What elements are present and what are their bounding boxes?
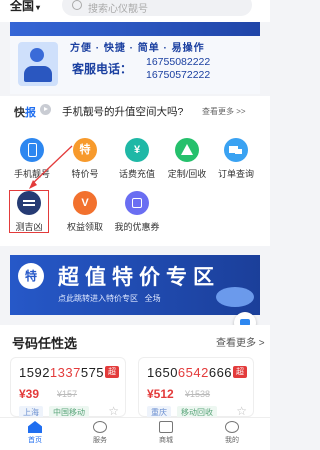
promo-subline-text: 点此跳转进入特价专区: [58, 294, 138, 303]
number-section-header: 号码任性选 查看更多 >: [0, 325, 270, 355]
tab-mine[interactable]: 我的: [212, 421, 252, 445]
promo-badge: 特: [18, 263, 44, 289]
promo-subline: 点此跳转进入特价专区 全场: [58, 293, 161, 304]
tab-service[interactable]: 服务: [80, 421, 120, 445]
original-price: ¥1538: [185, 389, 211, 399]
store-icon: [159, 421, 173, 433]
tab-label: 首页: [28, 437, 42, 444]
number-prefix: 1650: [147, 365, 178, 380]
tab-label: 我的: [225, 437, 239, 444]
number-suffix: 666: [208, 365, 233, 380]
number-card[interactable]: 16506542666 超 ¥512 ¥1538 重庆 移动回收 ☆: [138, 357, 254, 419]
favorite-star-icon[interactable]: ☆: [236, 404, 247, 418]
number-prefix: 1592: [19, 365, 50, 380]
favorite-star-icon[interactable]: ☆: [108, 404, 119, 418]
special-price-banner[interactable]: 特 超值特价专区 点此跳转进入特价专区 全场: [10, 255, 260, 315]
section-title: 号码任性选: [12, 336, 78, 351]
tab-home[interactable]: 首页: [15, 421, 55, 445]
super-badge: 超: [105, 366, 119, 378]
number-highlight: 6542: [177, 365, 209, 380]
promo-decoration: [216, 287, 254, 307]
tab-label: 商城: [159, 437, 173, 444]
number-cards: 15921337575 超 ¥39 ¥157 上海 中国移动 ☆ 1650654…: [0, 355, 270, 419]
number-suffix: 575: [80, 365, 105, 380]
heart-icon: [93, 421, 107, 433]
tab-mall[interactable]: 商城: [146, 421, 186, 445]
user-icon: [225, 421, 239, 433]
super-badge: 超: [233, 366, 247, 378]
phone-number: 16506542666: [147, 365, 232, 380]
number-card[interactable]: 15921337575 超 ¥39 ¥157 上海 中国移动 ☆: [10, 357, 126, 419]
tab-label: 服务: [93, 437, 107, 444]
section-more-link[interactable]: 查看更多 >: [216, 334, 265, 349]
number-highlight: 1337: [49, 365, 81, 380]
promo-tail: 全场: [144, 294, 161, 303]
bottom-tab-bar: 首页 服务 商城 我的: [0, 417, 270, 450]
price: ¥512: [147, 387, 174, 401]
phone-number: 15921337575: [19, 365, 104, 380]
promo-headline: 超值特价专区: [58, 266, 220, 289]
home-icon: [28, 421, 42, 433]
price: ¥39: [19, 387, 40, 401]
original-price: ¥157: [57, 389, 78, 399]
